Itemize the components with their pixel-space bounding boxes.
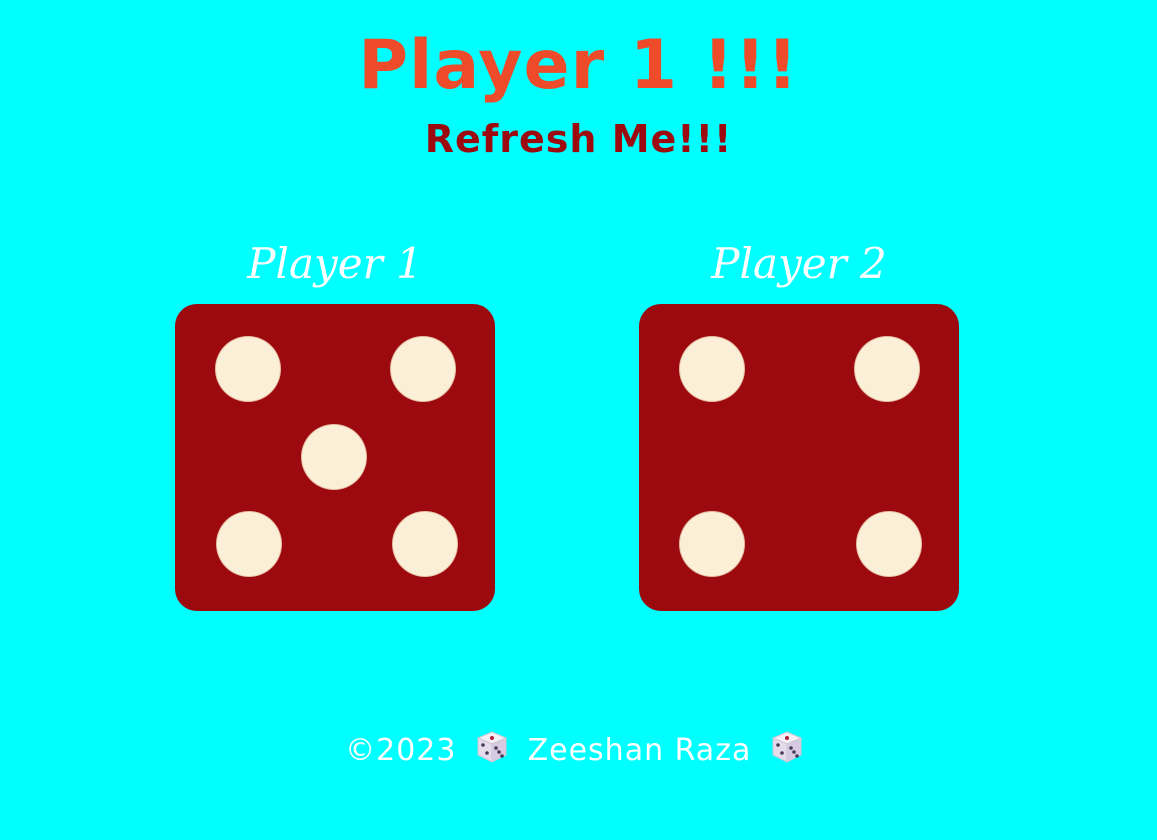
page-title: Player 1 !!! [358,26,799,105]
refresh-prompt: Refresh Me!!! [424,117,733,161]
die-pip [391,337,455,401]
die-pip [857,512,921,576]
die-pip [216,337,280,401]
footer: ©2023 Zeeshan Raza [0,728,1157,778]
die-pip [302,425,366,489]
die-icon [475,730,509,778]
die-pip [855,337,919,401]
player-1-die [175,304,495,611]
player-2-label: Player 2 [711,239,887,288]
die-icon [770,730,804,778]
player-1-label: Player 1 [247,239,423,288]
die-pip [393,512,457,576]
copyright-text: ©2023 [345,733,457,768]
author-name: Zeeshan Raza [527,733,752,768]
die-pip [680,512,744,576]
player-2-die [639,304,959,611]
die-pip [217,512,281,576]
die-pip [680,337,744,401]
